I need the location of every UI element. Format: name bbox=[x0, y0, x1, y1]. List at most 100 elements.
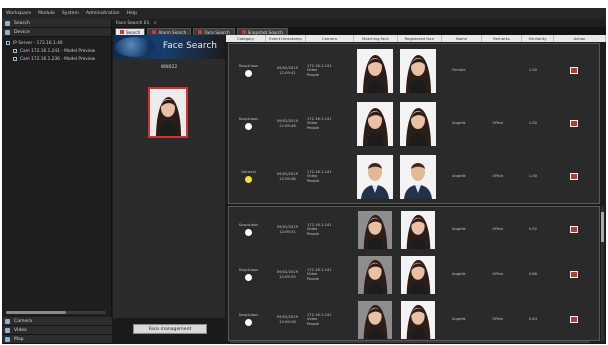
camera-cell: 172.16.1.241 Video People bbox=[306, 63, 332, 77]
matching-face-image[interactable] bbox=[357, 48, 394, 93]
device-section-header[interactable]: Device bbox=[2, 28, 111, 37]
camera-cell: 172.16.1.241 Video People bbox=[306, 312, 332, 326]
tab-alarm-search[interactable]: Alarm Search bbox=[147, 28, 192, 35]
remarks-cell: Office bbox=[492, 227, 504, 232]
menu-workspace[interactable]: Workspace bbox=[6, 11, 31, 16]
close-icon[interactable]: × bbox=[153, 21, 157, 26]
remarks-cell: Office bbox=[492, 121, 504, 126]
menu-help[interactable]: Help bbox=[127, 11, 137, 16]
table-row[interactable]: Suspicious 09/02/2019 12:09:28 172.16.1.24… bbox=[229, 297, 599, 342]
column-header[interactable]: Category bbox=[226, 35, 266, 42]
snapshot-view-icon[interactable] bbox=[569, 271, 578, 278]
tab-face-search[interactable]: Face Search bbox=[193, 28, 235, 35]
camera-icon bbox=[13, 57, 17, 61]
snapshot-view-icon[interactable] bbox=[569, 67, 578, 74]
button-label: Face management bbox=[148, 326, 192, 332]
snapshot-view-icon[interactable] bbox=[569, 226, 578, 233]
remarks-cell: Office bbox=[492, 272, 504, 277]
search-section-label: Search bbox=[14, 20, 30, 26]
column-header[interactable]: Name bbox=[442, 35, 482, 42]
menu-bar: Workspace Module System Administration H… bbox=[2, 8, 606, 19]
column-header[interactable]: Similarity bbox=[522, 35, 554, 42]
device-section-label: Device bbox=[14, 29, 30, 35]
registered-face-image[interactable] bbox=[400, 255, 435, 294]
category-label: Suspicious bbox=[238, 267, 259, 272]
category-marker-icon bbox=[244, 319, 252, 327]
camera-cell: 172.16.1.241 Video People bbox=[306, 267, 332, 281]
workspace-tab-label[interactable]: Face Search 01 bbox=[116, 21, 149, 26]
camera-icon bbox=[13, 49, 17, 53]
search-results-group: Suspicious 09/02/2019 12:09:31 172.16.1.24… bbox=[228, 206, 600, 341]
video-section-header[interactable]: Video bbox=[2, 326, 112, 335]
menu-module[interactable]: Module bbox=[38, 11, 55, 16]
category-cell: General bbox=[229, 170, 268, 184]
table-row[interactable]: General 09/02/2019 12:09:48 172.16.1.241 V… bbox=[229, 150, 599, 203]
matching-face-cell bbox=[354, 101, 397, 146]
query-photo-label: WN022 bbox=[160, 65, 178, 70]
tree-item-camera-2[interactable]: Cam 172.16.1.236 - Model Preview bbox=[6, 55, 111, 63]
menu-system[interactable]: System bbox=[62, 11, 79, 16]
table-row[interactable]: Suspicious 09/02/2019 12:09:30 172.16.1.24… bbox=[229, 252, 599, 297]
registered-face-image[interactable] bbox=[400, 210, 435, 249]
scrollbar-thumb[interactable] bbox=[601, 212, 604, 242]
map-section-header[interactable]: Map bbox=[2, 335, 112, 344]
snapshot-view-icon[interactable] bbox=[569, 173, 578, 180]
similarity-cell: 0.92 bbox=[528, 227, 537, 232]
matching-face-image[interactable] bbox=[357, 154, 394, 199]
name-cell: Angelik bbox=[451, 227, 466, 232]
similarity-cell: 0.86 bbox=[528, 272, 537, 277]
registered-face-cell bbox=[396, 255, 439, 294]
category-cell: Suspicious bbox=[229, 268, 268, 282]
name-cell: Angelik bbox=[451, 121, 466, 126]
registered-face-image[interactable] bbox=[399, 101, 436, 146]
matching-face-image[interactable] bbox=[357, 101, 394, 146]
snapshot-view-icon[interactable] bbox=[569, 120, 578, 127]
matching-face-image[interactable] bbox=[358, 255, 393, 294]
face-scan-logo bbox=[115, 37, 155, 57]
tree-item-label: Cam 172.16.1.241 - Model Preview bbox=[20, 48, 96, 54]
column-header[interactable]: Action bbox=[554, 35, 606, 42]
matching-face-image[interactable] bbox=[358, 300, 393, 339]
left-panel-scrollbar[interactable] bbox=[6, 311, 106, 314]
tree-item-server[interactable]: IP Server - 172.16.1.46 bbox=[6, 39, 111, 47]
category-cell: Suspicious bbox=[229, 313, 268, 327]
name-cell: Angelik bbox=[451, 317, 466, 322]
tab-search[interactable]: Search bbox=[115, 28, 146, 35]
table-row[interactable]: Suspicious 09/02/2019 12:09:31 172.16.1.24… bbox=[229, 207, 599, 252]
snapshot-view-icon[interactable] bbox=[569, 316, 578, 323]
similarity-cell: 1.00 bbox=[528, 68, 537, 73]
matching-face-cell bbox=[354, 154, 397, 199]
video-icon bbox=[5, 327, 10, 333]
search-tab-icon bbox=[120, 30, 124, 34]
table-row[interactable]: Suspicious 09/02/2019 12:09:41 172.16.1.24… bbox=[229, 44, 599, 97]
column-header[interactable]: Camera bbox=[306, 35, 354, 42]
registered-face-image[interactable] bbox=[399, 154, 436, 199]
face-management-button[interactable]: Face management bbox=[133, 324, 207, 334]
face-query-panel: Face Search WN022 Face management bbox=[113, 35, 225, 344]
search-section-header[interactable]: Search bbox=[2, 19, 111, 28]
table-row[interactable]: Suspicious 09/02/2019 12:09:48 172.16.1.24… bbox=[229, 97, 599, 150]
registered-face-image[interactable] bbox=[400, 300, 435, 339]
column-header[interactable]: Remarks bbox=[482, 35, 522, 42]
query-face-photo[interactable] bbox=[148, 87, 188, 138]
category-marker-icon bbox=[244, 123, 252, 131]
video-section-label: Video bbox=[14, 327, 27, 333]
results-scrollbar[interactable] bbox=[601, 206, 604, 341]
column-header[interactable]: Event timestamp bbox=[266, 35, 306, 42]
registered-face-cell bbox=[396, 48, 439, 93]
results-horizontal-scrollbar[interactable] bbox=[230, 341, 590, 343]
matching-face-image[interactable] bbox=[358, 210, 393, 249]
camera-section-header[interactable]: Camera bbox=[2, 317, 112, 326]
menu-administration[interactable]: Administration bbox=[86, 11, 120, 16]
tree-item-camera-1[interactable]: Cam 172.16.1.241 - Model Preview bbox=[6, 47, 111, 55]
registered-face-image[interactable] bbox=[399, 48, 436, 93]
camera-cell: 172.16.1.241 Video People bbox=[306, 222, 332, 236]
column-header[interactable]: Registered face bbox=[398, 35, 442, 42]
tab-snapshot-search[interactable]: Snapshot Search bbox=[236, 28, 288, 35]
timestamp-cell: 09/02/2019 12:09:28 bbox=[276, 314, 299, 324]
timestamp-cell: 09/02/2019 12:09:48 bbox=[276, 118, 299, 128]
similarity-cell: 0.84 bbox=[528, 317, 537, 322]
column-header[interactable]: Matching face bbox=[354, 35, 398, 42]
action-cell bbox=[548, 226, 599, 233]
scrollbar-thumb[interactable] bbox=[6, 311, 66, 314]
